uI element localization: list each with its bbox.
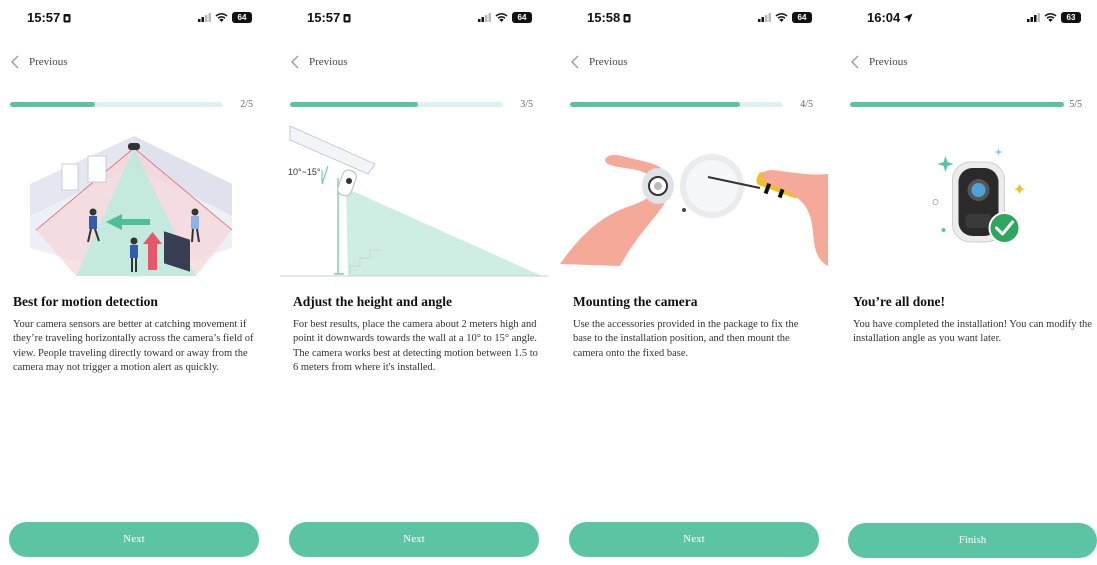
lock-icon: [343, 14, 351, 23]
next-button[interactable]: Next: [289, 522, 539, 557]
page-title: You’re all done!: [853, 294, 946, 309]
wifi-icon: [775, 13, 788, 22]
page-title: Adjust the height and angle: [293, 294, 453, 309]
battery-icon: 63: [1061, 12, 1081, 23]
chevron-left-icon: [291, 55, 299, 69]
cellular-signal-icon: [198, 13, 211, 22]
battery-icon: 64: [232, 12, 252, 23]
screen-all-done: 16:04 63 Previous 5/5 You’re all done! Y…: [840, 0, 1097, 565]
finish-button[interactable]: Finish: [848, 523, 1097, 558]
progress-label: 4/5: [800, 99, 813, 110]
status-bar: 16:04 63: [840, 10, 1097, 28]
wifi-icon: [215, 13, 228, 22]
page-description: For best results, place the camera about…: [293, 319, 538, 373]
screen-mounting: 15:58 64 Previous 4/5 Mounting the camer…: [560, 0, 828, 565]
progress-label: 2/5: [240, 99, 253, 110]
previous-label: Previous: [869, 56, 908, 68]
chevron-left-icon: [851, 55, 859, 69]
progress-label: 5/5: [1069, 99, 1082, 110]
cellular-signal-icon: [478, 13, 491, 22]
progress-label: 3/5: [520, 99, 533, 110]
page-description: Use the accessories provided in the pack…: [573, 319, 799, 359]
cellular-signal-icon: [758, 13, 771, 22]
page-title: Best for motion detection: [13, 294, 158, 309]
previous-button[interactable]: Previous: [10, 55, 68, 69]
page-title: Mounting the camera: [573, 294, 698, 309]
motion-detection-illustration: [30, 136, 233, 278]
battery-icon: 64: [792, 12, 812, 23]
mounting-illustration: [560, 154, 828, 266]
lock-icon: [623, 14, 631, 23]
chevron-left-icon: [571, 55, 579, 69]
progress-bar: [570, 102, 783, 107]
previous-label: Previous: [589, 56, 628, 68]
wifi-icon: [1044, 13, 1057, 22]
previous-label: Previous: [309, 56, 348, 68]
status-bar: 15:58 64: [560, 10, 828, 28]
location-arrow-icon: [903, 13, 913, 23]
angle-label: 10°~15°: [288, 167, 321, 177]
page-description: You have completed the installation! You…: [853, 319, 1092, 345]
status-time: 15:58: [587, 10, 631, 25]
status-time: 15:57: [307, 10, 351, 25]
next-button[interactable]: Next: [569, 522, 819, 557]
wifi-icon: [495, 13, 508, 22]
status-bar: 15:57 64: [280, 10, 548, 28]
next-button[interactable]: Next: [9, 522, 259, 557]
progress-bar: [850, 102, 1064, 107]
lock-icon: [63, 14, 71, 23]
previous-button[interactable]: Previous: [850, 55, 908, 69]
progress-bar: [290, 102, 503, 107]
chevron-left-icon: [11, 55, 19, 69]
previous-label: Previous: [29, 56, 68, 68]
page-description: Your camera sensors are better at catchi…: [13, 319, 254, 373]
done-camera-illustration: [932, 148, 1026, 244]
status-bar: 15:57 64: [0, 10, 268, 28]
height-angle-illustration: 10°~15°: [280, 126, 548, 277]
battery-icon: 64: [512, 12, 532, 23]
screen-height-angle: 15:57 64 Previous 3/5 10°~15° Adjust the…: [280, 0, 548, 565]
cellular-signal-icon: [1027, 13, 1040, 22]
status-time: 16:04: [867, 10, 913, 25]
progress-bar: [10, 102, 223, 107]
screen-motion-detection: 15:57 64 Previous 2/5 Best for motion de…: [0, 0, 268, 565]
status-time: 15:57: [27, 10, 71, 25]
previous-button[interactable]: Previous: [290, 55, 348, 69]
previous-button[interactable]: Previous: [570, 55, 628, 69]
